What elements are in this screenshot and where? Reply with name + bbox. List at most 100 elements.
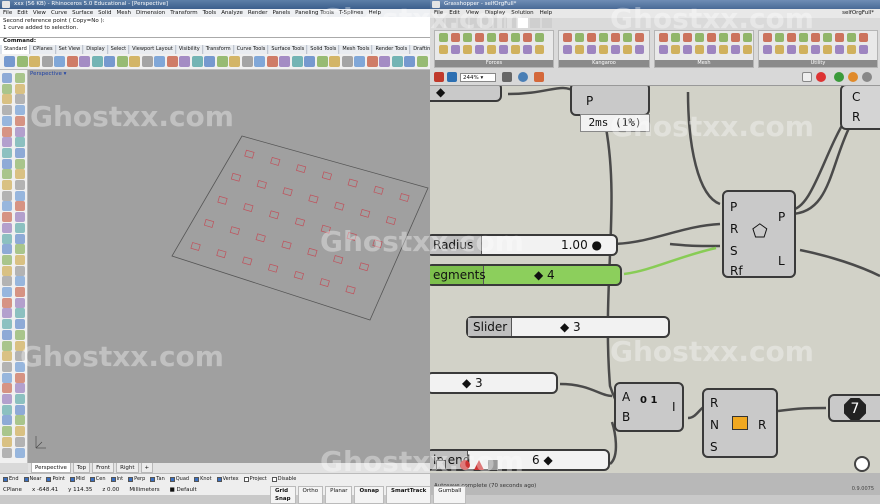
osnap-checkbox[interactable] xyxy=(46,477,52,482)
viewport-tab[interactable]: Front xyxy=(92,463,115,473)
status-pane[interactable]: Grid Snap xyxy=(270,486,296,504)
ribbon-component-icon[interactable] xyxy=(523,33,532,42)
ribbon-component-icon[interactable] xyxy=(763,45,772,54)
tool-icon[interactable] xyxy=(2,105,12,116)
ribbon-component-icon[interactable] xyxy=(799,33,808,42)
toolbar-button-icon[interactable] xyxy=(229,56,240,67)
toolbar-button-icon[interactable] xyxy=(204,56,215,67)
tool-icon[interactable] xyxy=(2,436,12,447)
tool-icon[interactable] xyxy=(2,158,12,169)
gh-ribbon-tab[interactable] xyxy=(482,18,492,28)
ribbon-component-icon[interactable] xyxy=(659,33,668,42)
toolbar-button-icon[interactable] xyxy=(191,56,203,67)
status-pane[interactable]: Planar xyxy=(325,486,353,504)
tool-icon[interactable] xyxy=(2,83,12,94)
ribbon-component-icon[interactable] xyxy=(719,33,728,42)
tool-icon[interactable] xyxy=(2,265,12,276)
osnap-tan[interactable]: Tan xyxy=(150,476,165,483)
toolbar-tab[interactable]: Standard xyxy=(2,45,30,54)
gh-ribbon-tab[interactable] xyxy=(458,18,468,28)
tool-icon[interactable] xyxy=(2,94,12,105)
preview-off-icon[interactable] xyxy=(802,72,812,82)
rhino-menu-item[interactable]: T-Splines xyxy=(339,9,364,17)
gh-menu-item[interactable]: View xyxy=(466,9,479,18)
tool-icon[interactable] xyxy=(15,126,25,137)
osnap-point[interactable]: Point xyxy=(46,476,65,483)
ribbon-component-icon[interactable] xyxy=(707,45,716,54)
gh-menu-item[interactable]: File xyxy=(434,9,443,18)
osnap-checkbox[interactable] xyxy=(69,477,75,482)
ribbon-component-icon[interactable] xyxy=(587,45,596,54)
toolbar-tab[interactable]: Transform xyxy=(203,45,234,54)
tool-icon[interactable] xyxy=(2,361,12,372)
tool-icon[interactable] xyxy=(2,404,12,415)
random-component[interactable]: R N S R xyxy=(702,388,778,458)
info-icon[interactable] xyxy=(488,460,498,470)
tool-icon[interactable] xyxy=(15,115,25,126)
rhino-menu-item[interactable]: Mesh xyxy=(117,9,131,17)
toolbar-button-icon[interactable] xyxy=(129,56,140,67)
layer-indicator[interactable]: ■ Default xyxy=(170,486,197,494)
osnap-checkbox[interactable] xyxy=(169,477,175,482)
osnap-checkbox[interactable] xyxy=(23,477,29,482)
status-pane[interactable]: Ortho xyxy=(297,486,324,504)
tool-icon[interactable] xyxy=(15,233,25,244)
tool-icon[interactable] xyxy=(15,83,25,94)
toolbar-button-icon[interactable] xyxy=(79,56,90,67)
ribbon-component-icon[interactable] xyxy=(439,45,448,54)
ribbon-component-icon[interactable] xyxy=(611,33,620,42)
rhino-menu-item[interactable]: Analyze xyxy=(221,9,243,17)
toolbar-button-icon[interactable] xyxy=(54,56,65,67)
tool-icon[interactable] xyxy=(15,105,25,116)
segments-slider[interactable]: egments ◆ 4 xyxy=(430,264,622,286)
slider-a[interactable]: ◆ 3 xyxy=(430,372,558,394)
rhino-menu-item[interactable]: Tools xyxy=(203,9,217,17)
rhino-menu-item[interactable]: Solid xyxy=(98,9,111,17)
ribbon-component-icon[interactable] xyxy=(475,33,484,42)
tool-icon[interactable] xyxy=(2,351,12,362)
toolbar-tab[interactable]: Solid Tools xyxy=(308,45,340,54)
rhino-menu-item[interactable]: Edit xyxy=(17,9,28,17)
ribbon-component-icon[interactable] xyxy=(635,45,644,54)
ribbon-component-icon[interactable] xyxy=(859,45,868,54)
tool-icon[interactable] xyxy=(15,415,25,426)
navigation-compass-icon[interactable] xyxy=(854,456,870,472)
ribbon-component-icon[interactable] xyxy=(463,33,472,42)
polygon-component[interactable]: P R S Rf ⬠ P L xyxy=(722,190,796,278)
rhino-menu-item[interactable]: Render xyxy=(248,9,268,17)
tool-icon[interactable] xyxy=(2,308,12,319)
tool-icon[interactable] xyxy=(2,73,12,83)
ribbon-component-icon[interactable] xyxy=(671,33,680,42)
tool-icon[interactable] xyxy=(15,426,25,437)
toolbar-button-icon[interactable] xyxy=(116,56,128,67)
tool-icon[interactable] xyxy=(15,383,25,394)
viewport-tab[interactable]: Right xyxy=(116,463,139,473)
osnap-checkbox[interactable] xyxy=(3,477,8,482)
gh-canvas[interactable]: P 2ms (1%) ◆ C R P R S Rf ⬠ P L Radius 1… xyxy=(430,86,880,473)
toolbar-tab[interactable]: Drafting xyxy=(411,45,430,54)
tool-icon[interactable] xyxy=(15,137,25,148)
tool-icon[interactable] xyxy=(15,329,25,340)
tool-icon[interactable] xyxy=(2,169,12,180)
tool-icon[interactable] xyxy=(15,308,25,319)
tool-icon[interactable] xyxy=(15,276,25,287)
ribbon-component-icon[interactable] xyxy=(719,45,728,54)
osnap-checkbox[interactable] xyxy=(243,477,249,482)
ribbon-component-icon[interactable] xyxy=(523,45,532,54)
rhino-menu-item[interactable]: Paneling Tools xyxy=(295,9,334,17)
ribbon-component-icon[interactable] xyxy=(451,33,460,42)
gh-menu-item[interactable]: Display xyxy=(485,9,505,18)
top-param-component[interactable]: P xyxy=(570,86,650,116)
rhino-menu-item[interactable]: Curve xyxy=(51,9,67,17)
viewport-tab[interactable]: Top xyxy=(72,463,91,473)
toolbar-button-icon[interactable] xyxy=(154,56,165,67)
toolbar-button-icon[interactable] xyxy=(4,56,15,67)
ribbon-component-icon[interactable] xyxy=(475,45,484,54)
osnap-mid[interactable]: Mid xyxy=(69,476,85,483)
canvas-widget-icon[interactable] xyxy=(436,460,446,470)
toolbar-button-icon[interactable] xyxy=(91,56,103,67)
tool-icon[interactable] xyxy=(15,394,25,404)
ribbon-component-icon[interactable] xyxy=(799,45,808,54)
ribbon-component-icon[interactable] xyxy=(731,45,740,54)
toolbar-tab[interactable]: Render Tools xyxy=(373,45,411,54)
